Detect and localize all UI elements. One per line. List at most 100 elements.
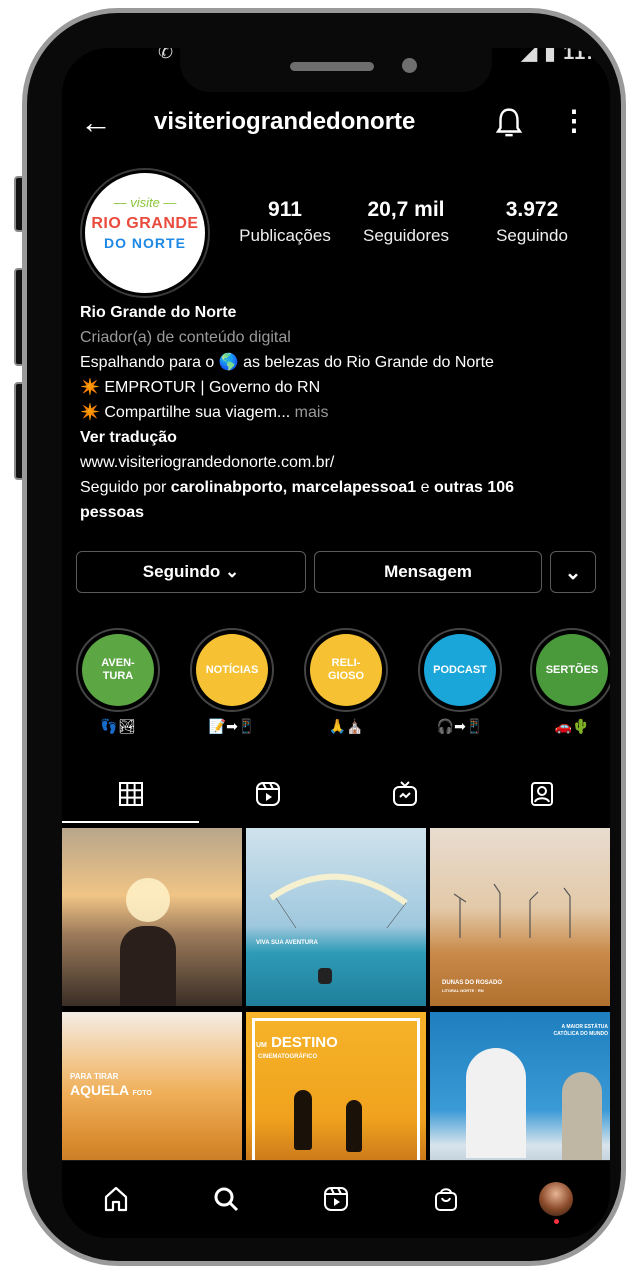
profile-name: Rio Grande do Norte [80,304,237,321]
stat-following[interactable]: 3.972 Seguindo [488,198,576,246]
followed-mid: e [416,479,434,496]
post-caption-word: DESTINO [271,1034,338,1051]
highlight-label: 🎧➡📱 [436,718,484,734]
tab-grid[interactable] [62,768,199,820]
stat-posts[interactable]: 911 Publicações [234,198,336,246]
stat-label: Seguindo [496,226,568,245]
reels-icon [324,1187,348,1211]
post-thumbnail[interactable]: VIVA SUA AVENTURA [246,828,426,1006]
phone-notch [180,48,492,92]
speaker [290,62,374,71]
followed-others-end: pessoas [80,504,145,521]
highlight-ring: SERTÕES [530,628,610,712]
post-caption: A MAIOR ESTÁTUA CATÓLICA DO MUNDO [553,1024,608,1037]
tab-tagged[interactable] [473,768,610,820]
profile-header: ← visiteriograndedonorte ⋮ [62,104,610,144]
highlight-ring: AVEN- TURA [76,628,160,712]
translate-link[interactable]: Ver tradução [80,425,600,450]
suggestions-dropdown-button[interactable]: ⌄ [550,551,596,593]
tab-reels[interactable] [199,768,336,820]
message-button[interactable]: Mensagem [314,551,542,593]
bio-text: ✴️ Compartilhe sua viagem... [80,404,291,421]
shop-icon [435,1188,457,1211]
status-notification-icon: ✆ [158,48,174,62]
nav-home[interactable] [96,1179,136,1219]
sun [126,878,170,922]
followed-names: carolinabporto, marcelapessoa1 [170,479,417,496]
logo-text: — visite — [113,195,177,210]
bottom-navigation [62,1160,610,1238]
phone-screen: ✆ ◢ ▮ 11:2 ← visiteriograndedonorte ⋮ — … [62,48,610,1238]
stat-label: Publicações [239,226,331,245]
home-icon [104,1186,128,1212]
silhouette [294,1090,312,1150]
followed-by[interactable]: Seguido por carolinabporto, marcelapesso… [80,475,600,500]
post-caption: CINEMATOGRÁFICO [258,1054,318,1060]
paraglider [318,968,332,984]
profile-tabs [62,768,610,820]
highlight-podcast[interactable]: PODCAST 🎧➡📱 [418,628,502,735]
highlight-cover: NOTÍCIAS [196,634,268,706]
post-thumbnail[interactable]: DUNAS DO ROSADO LITORAL NORTE · RN [430,828,610,1006]
bio-line: ✴️ Compartilhe sua viagem... mais [80,400,600,425]
reels-icon [255,782,280,806]
profile-category: Criador(a) de conteúdo digital [80,329,291,346]
highlight-cover: RELI- GIOSO [310,634,382,706]
highlight-cover: AVEN- TURA [82,634,154,706]
igtv-icon [392,781,417,806]
statue-pedestal [466,1048,526,1158]
person-silhouette [120,926,176,1006]
logo-text: DO NORTE [104,235,186,251]
highlight-cover: PODCAST [424,634,496,706]
grid-icon [118,782,143,806]
highlight-religioso[interactable]: RELI- GIOSO 🙏⛪ [304,628,388,735]
more-link[interactable]: mais [290,404,329,421]
post-caption: LITORAL NORTE · RN [442,988,484,993]
highlight-sertoes[interactable]: SERTÕES 🚗🌵 [530,628,610,735]
vertical-dots-icon[interactable]: ⋮ [560,104,588,138]
profile-avatar[interactable]: — visite — RIO GRANDE DO NORTE [82,170,208,296]
highlight-label: 👣🏞 [100,718,136,734]
following-button[interactable]: Seguindo ⌄ [76,551,306,593]
arrow-left-icon[interactable]: ← [80,104,112,140]
post-caption: VIVA SUA AVENTURA [256,940,318,946]
nav-reels[interactable] [316,1179,356,1219]
highlight-cover: SERTÕES [536,634,608,706]
post-caption-word: FOTO [132,1090,152,1097]
followed-others: outras 106 [433,479,515,496]
highlight-label: 📝➡📱 [208,718,256,734]
highlight-aventura[interactable]: AVEN- TURA 👣🏞 [76,628,160,735]
front-camera [402,58,417,73]
wind-turbines [453,883,571,938]
stat-value: 3.972 [505,198,559,221]
nav-profile[interactable] [536,1179,576,1224]
nav-search[interactable] [206,1179,246,1219]
highlight-ring: PODCAST [418,628,502,712]
post-caption-word: UM [256,1042,267,1049]
highlight-label: 🙏⛪ [328,718,364,734]
stat-label: Seguidores [362,226,449,245]
stat-followers[interactable]: 20,7 mil Seguidores [356,198,456,246]
status-indicators: ◢ ▮ 11:2 [521,48,606,64]
highlight-noticias[interactable]: NOTÍCIAS 📝➡📱 [190,628,274,735]
tagged-icon [530,782,553,806]
post-caption: AQUELA FOTO [70,1082,152,1098]
post-thumbnail[interactable] [62,828,242,1006]
post-caption-word: AQUELA [70,1082,129,1098]
bell-icon[interactable] [494,106,524,140]
stat-value: 911 [268,198,302,221]
post-caption: PARA TIRAR [70,1072,119,1081]
active-tab-indicator [62,821,199,823]
bio-line: Espalhando para o 🌎 as belezas do Rio Gr… [80,354,494,371]
highlight-ring: RELI- GIOSO [304,628,388,712]
search-icon [214,1187,239,1212]
paraglider-wing [269,873,408,928]
profile-avatar [539,1182,573,1216]
post-caption: UM DESTINO [256,1034,338,1051]
silhouette [346,1100,362,1152]
nav-shop[interactable] [426,1179,466,1219]
followed-prefix: Seguido por [80,479,171,496]
website-link[interactable]: www.visiteriograndedonorte.com.br/ [80,450,600,475]
tab-igtv[interactable] [336,768,473,820]
bio-line: ✴️ EMPROTUR | Governo do RN [80,379,321,396]
